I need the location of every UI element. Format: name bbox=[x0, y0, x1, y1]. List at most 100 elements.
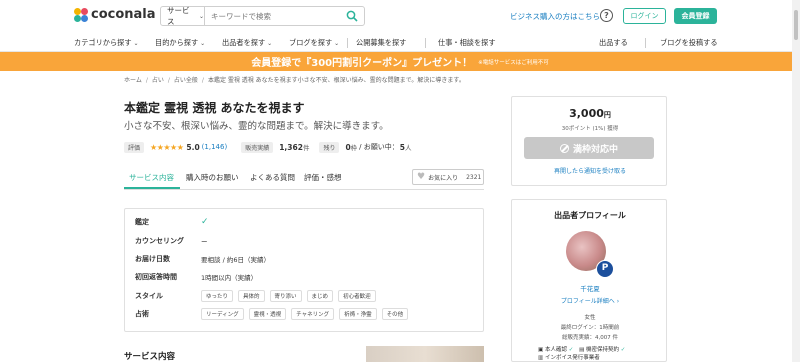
coconala-logo[interactable]: coconala bbox=[74, 7, 156, 22]
breadcrumb-fortune-all[interactable]: 占い全般 bbox=[174, 77, 198, 84]
chevron-down-icon: ⌄ bbox=[198, 12, 204, 20]
soldout-button: 満枠対応中 bbox=[524, 137, 654, 159]
search-input[interactable] bbox=[205, 11, 345, 21]
style-chip: 初心者歓迎 bbox=[338, 290, 376, 302]
info-row: お届け日数 要相談 / 約6日（実績） bbox=[135, 254, 270, 264]
nav-sellers-label: 出品者を探す bbox=[222, 38, 266, 47]
info-label: 鑑定 bbox=[135, 218, 149, 226]
nav-divider bbox=[347, 38, 348, 48]
search-bar: サービス ⌄ bbox=[160, 6, 365, 26]
breadcrumb: ホーム / 占い / 占い全般 / 本鑑定 霊視 透視 あなたを視ます小さな不安、根深い悩み… bbox=[124, 75, 465, 84]
price-value: 3,000円 bbox=[512, 107, 668, 120]
page-subtitle: 小さな不安、根深い悩み、霊的な問題まで。解決に導きます。 bbox=[124, 121, 389, 132]
info-value: 要相談 / 約6日（実績） bbox=[201, 256, 270, 264]
info-row: カウンセリング ー bbox=[135, 236, 208, 246]
tab-faq[interactable]: よくある質問 bbox=[250, 172, 295, 183]
nav-category[interactable]: カテゴリから探す ⌄ bbox=[74, 38, 139, 48]
id-card-icon: ▣ bbox=[538, 347, 544, 353]
nav-blogs[interactable]: ブログを探す ⌄ bbox=[289, 38, 339, 48]
nav-sellers[interactable]: 出品者を探す ⌄ bbox=[222, 38, 272, 48]
verification-badges: ▣ 本人確認 ✓ ▤ 機密保持契約 ✓ ▥ インボイス発行事業者 bbox=[538, 345, 625, 361]
rating-count-link[interactable]: (1,146) bbox=[202, 143, 228, 151]
nav-category-label: カテゴリから探す bbox=[74, 38, 132, 47]
tab-reviews[interactable]: 評価・感想 bbox=[304, 172, 342, 183]
signup-button[interactable]: 会員登録 bbox=[674, 8, 717, 24]
nav-divider bbox=[425, 38, 426, 48]
profile-detail-link[interactable]: プロフィール詳細へ › bbox=[512, 296, 668, 305]
check-icon: ✓ bbox=[568, 347, 574, 353]
help-icon[interactable]: ? bbox=[600, 9, 613, 22]
rating-label: 評価 bbox=[124, 141, 145, 153]
breadcrumb-home[interactable]: ホーム bbox=[124, 77, 142, 84]
banner-note: ※電話サービスはご利用不可 bbox=[478, 59, 549, 66]
search-category-select[interactable]: サービス ⌄ bbox=[161, 6, 205, 26]
scrollbar-thumb[interactable] bbox=[794, 10, 798, 40]
seller-profile-box: 出品者プロフィール P 千花夏 プロフィール詳細へ › 女性 最終ログイン：1時… bbox=[511, 199, 667, 362]
check-icon: ✓ bbox=[201, 217, 209, 227]
invoice-label: インボイス発行事業者 bbox=[544, 355, 600, 361]
price-amount: 3,000 bbox=[569, 107, 604, 120]
breadcrumb-fortune[interactable]: 占い bbox=[152, 77, 164, 84]
notify-link[interactable]: 再開したら通知を受け取る bbox=[512, 166, 668, 175]
nav-public-requests[interactable]: 公開募集を探す bbox=[356, 38, 406, 48]
nav-divider bbox=[645, 38, 646, 48]
chevron-right-icon: › bbox=[616, 298, 620, 305]
breadcrumb-separator: / bbox=[167, 77, 170, 84]
breadcrumb-separator: / bbox=[145, 77, 148, 84]
nav-sell[interactable]: 出品する bbox=[599, 38, 628, 48]
star-rating-icon: ★★★★★ bbox=[150, 142, 184, 152]
coupon-banner[interactable]: 会員登録で『300円割引クーポン』プレゼント！ ※電話サービスはご利用不可 bbox=[0, 52, 800, 71]
chevron-down-icon: ⌄ bbox=[200, 40, 206, 47]
nav-purpose-label: 目的から探す bbox=[155, 38, 199, 47]
in-progress-label: / お願い中： bbox=[359, 143, 399, 151]
tab-purchase-requests[interactable]: 購入時のお願い bbox=[186, 172, 239, 183]
main-nav: カテゴリから探す ⌄ 目的から探す ⌄ 出品者を探す ⌄ ブログを探す ⌄ 公開募集を探… bbox=[0, 34, 800, 52]
seller-name[interactable]: 千花夏 bbox=[512, 283, 668, 293]
remaining-label: 残り bbox=[319, 141, 340, 153]
info-row: 占術 リーディング 霊視・透視 チャネリング 祈祷・浄霊 その他 bbox=[135, 308, 413, 320]
nav-blogs-label: ブログを探す bbox=[289, 38, 333, 47]
tab-service-content[interactable]: サービス内容 bbox=[129, 172, 174, 183]
info-label: お届け日数 bbox=[135, 255, 170, 263]
favorite-button[interactable]: ♥ お気に入り 2321 bbox=[412, 169, 484, 185]
service-stats: 評価 ★★★★★ 5.0 (1,146) 販売実績 1,362 件 残り 0枠 /… bbox=[124, 140, 411, 154]
method-chip: リーディング bbox=[201, 308, 244, 320]
nav-purpose[interactable]: 目的から探す ⌄ bbox=[155, 38, 205, 48]
breadcrumb-current: 本鑑定 霊視 透視 あなたを視ます小さな不安、根深い悩み、霊的な問題まで。解決に… bbox=[207, 77, 465, 84]
service-info-box: 鑑定 ✓ カウンセリング ー お届け日数 要相談 / 約6日（実績） 初回返答時… bbox=[124, 208, 484, 332]
document-icon: ▤ bbox=[579, 347, 585, 353]
business-purchase-link[interactable]: ビジネス購入の方はこちら bbox=[510, 11, 600, 22]
login-button[interactable]: ログイン bbox=[623, 8, 666, 24]
method-chip: 霊視・透視 bbox=[248, 308, 287, 320]
seller-total-sales: 総販売実績：4,007 件 bbox=[562, 335, 618, 341]
info-row: 初回返答時間 1時間以内（実績） bbox=[135, 272, 257, 282]
search-icon[interactable] bbox=[346, 10, 358, 22]
rating-value: 5.0 bbox=[186, 142, 200, 152]
seller-last-login: 最終ログイン：1時間前 bbox=[560, 325, 620, 331]
info-value: 1時間以内（実績） bbox=[201, 274, 258, 282]
page-scrollbar[interactable] bbox=[792, 0, 800, 362]
info-label: 占術 bbox=[135, 310, 149, 318]
chevron-down-icon: ⌄ bbox=[133, 40, 139, 47]
method-chip: チャネリング bbox=[291, 308, 335, 320]
info-row: 鑑定 ✓ bbox=[135, 217, 209, 227]
nav-jobs[interactable]: 仕事・相談を探す bbox=[438, 38, 496, 48]
service-thumbnail-image[interactable] bbox=[366, 346, 484, 362]
info-row: スタイル ゆったり 具体的 寄り添い まじめ 初心者歓迎 bbox=[135, 290, 381, 302]
profile-heading: 出品者プロフィール bbox=[554, 211, 626, 220]
info-label: 初回返答時間 bbox=[135, 273, 177, 281]
style-chip: まじめ bbox=[306, 290, 334, 302]
breadcrumb-separator: / bbox=[201, 77, 204, 84]
invoice-icon: ▥ bbox=[538, 355, 544, 361]
method-chip: 祈祷・浄霊 bbox=[339, 308, 377, 320]
active-tab-indicator bbox=[124, 187, 180, 189]
info-label: スタイル bbox=[135, 292, 163, 300]
info-value: ー bbox=[201, 238, 208, 246]
banner-text: 会員登録で『300円割引クーポン』プレゼント！ bbox=[251, 58, 473, 69]
price-box: 3,000円 30ポイント (1%) 獲得 満枠対応中 再開したら通知を受け取る bbox=[511, 96, 667, 186]
chevron-down-icon: ⌄ bbox=[334, 40, 340, 47]
ban-icon bbox=[559, 143, 569, 153]
header: coconala サービス ⌄ ビジネス購入の方はこちら ? ログイン 会員登録 bbox=[0, 0, 800, 34]
nav-post-blog[interactable]: ブログを投稿する bbox=[660, 38, 718, 48]
chevron-down-icon: ⌄ bbox=[267, 40, 273, 47]
